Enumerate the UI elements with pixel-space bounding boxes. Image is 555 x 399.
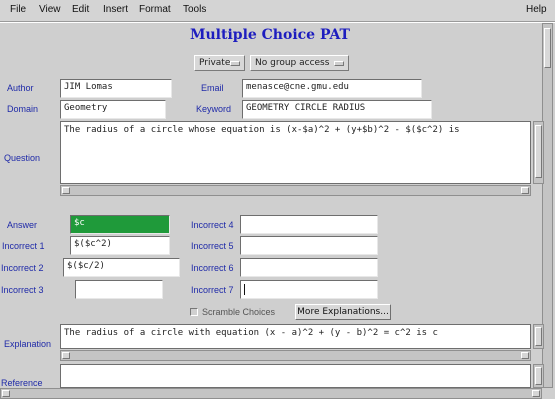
- keyword-label: Keyword: [196, 104, 232, 114]
- explanation-horizontal-scrollbar[interactable]: [60, 350, 531, 361]
- incorrect4-label: Incorrect 4: [191, 220, 234, 230]
- answer-label: Answer: [7, 220, 38, 230]
- incorrect3-label: Incorrect 3: [1, 285, 44, 295]
- menu-tools[interactable]: Tools: [183, 4, 206, 15]
- reference-scroll-thumb[interactable]: [535, 367, 542, 385]
- menu-insert[interactable]: Insert: [103, 4, 128, 15]
- author-input[interactable]: JIM Lomas: [60, 79, 172, 98]
- email-label: Email: [201, 83, 224, 93]
- reference-textarea[interactable]: [60, 364, 531, 388]
- incorrect2-input[interactable]: $($c/2): [63, 258, 180, 277]
- scroll-left-icon[interactable]: [2, 390, 10, 397]
- menu-help[interactable]: Help: [526, 4, 547, 15]
- menu-edit[interactable]: Edit: [72, 4, 89, 15]
- incorrect4-input[interactable]: [240, 215, 378, 234]
- text-cursor: [244, 284, 245, 295]
- scroll-right-icon[interactable]: [521, 352, 529, 359]
- answer-input[interactable]: $c: [70, 215, 170, 234]
- page-title: Multiple Choice PAT: [190, 27, 350, 43]
- explanation-label: Explanation: [4, 339, 52, 349]
- explanation-textarea[interactable]: The radius of a circle with equation (x …: [60, 324, 531, 349]
- main-scroll-thumb[interactable]: [544, 28, 551, 68]
- incorrect7-input[interactable]: [240, 280, 378, 299]
- incorrect5-input[interactable]: [240, 236, 378, 255]
- menu-format[interactable]: Format: [139, 4, 171, 15]
- incorrect6-label: Incorrect 6: [191, 263, 234, 273]
- domain-label: Domain: [7, 104, 39, 114]
- scramble-checkbox[interactable]: [190, 308, 198, 316]
- incorrect1-input[interactable]: $($c^2): [70, 236, 170, 255]
- main-horizontal-scrollbar[interactable]: [0, 388, 542, 399]
- incorrect3-input[interactable]: [75, 280, 163, 299]
- incorrect7-label: Incorrect 7: [191, 285, 234, 295]
- incorrect1-label: Incorrect 1: [2, 241, 45, 251]
- menu-file[interactable]: File: [10, 4, 26, 15]
- menu-bar: File View Edit Insert Format Tools Help: [0, 0, 555, 22]
- question-textarea[interactable]: The radius of a circle whose equation is…: [60, 121, 531, 184]
- menu-view[interactable]: View: [39, 4, 61, 15]
- visibility-value: Private: [199, 58, 231, 68]
- dropdown-indicator-icon: [230, 61, 240, 66]
- domain-input[interactable]: Geometry: [60, 100, 166, 119]
- incorrect6-input[interactable]: [240, 258, 378, 277]
- author-label: Author: [7, 83, 34, 93]
- question-scroll-thumb[interactable]: [535, 125, 542, 178]
- scroll-right-icon[interactable]: [532, 390, 540, 397]
- visibility-dropdown[interactable]: Private: [194, 55, 245, 71]
- question-horizontal-scrollbar[interactable]: [60, 185, 531, 196]
- group-access-dropdown[interactable]: No group access: [250, 55, 349, 71]
- reference-vertical-scrollbar[interactable]: [533, 364, 544, 388]
- keyword-input[interactable]: GEOMETRY CIRCLE RADIUS: [242, 100, 432, 119]
- dropdown-indicator-icon: [334, 61, 344, 66]
- incorrect2-label: Incorrect 2: [1, 263, 44, 273]
- scramble-label: Scramble Choices: [202, 307, 276, 317]
- question-label: Question: [4, 153, 41, 163]
- scroll-left-icon[interactable]: [62, 187, 70, 194]
- reference-label: Reference: [1, 378, 43, 388]
- scroll-right-icon[interactable]: [521, 187, 529, 194]
- more-explanations-button[interactable]: More Explanations...: [295, 304, 391, 320]
- scroll-left-icon[interactable]: [62, 352, 70, 359]
- explanation-scroll-thumb[interactable]: [535, 327, 542, 346]
- explanation-vertical-scrollbar[interactable]: [533, 324, 544, 349]
- incorrect5-label: Incorrect 5: [191, 241, 234, 251]
- question-vertical-scrollbar[interactable]: [533, 121, 544, 184]
- email-input[interactable]: menasce@cne.gmu.edu: [242, 79, 422, 98]
- group-access-value: No group access: [255, 58, 330, 68]
